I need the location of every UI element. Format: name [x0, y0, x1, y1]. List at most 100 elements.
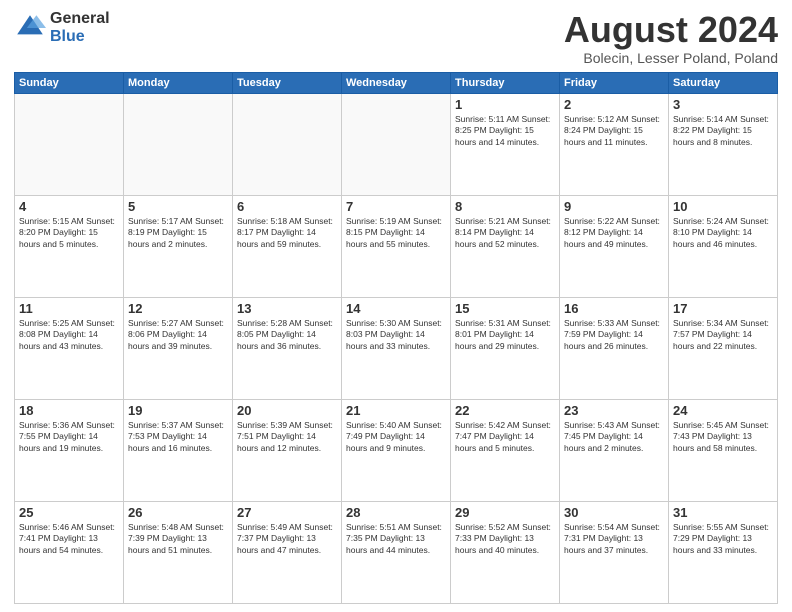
calendar-cell: 8 Sunrise: 5:21 AM Sunset: 8:14 PM Daylig… [451, 195, 560, 297]
day-number: 10 [673, 199, 773, 214]
calendar-cell: 3 Sunrise: 5:14 AM Sunset: 8:22 PM Daylig… [669, 93, 778, 195]
day-number: 31 [673, 505, 773, 520]
calendar-cell: 13 Sunrise: 5:28 AM Sunset: 8:05 PM Dayli… [233, 297, 342, 399]
day-info: Sunrise: 5:25 AM Sunset: 8:08 PM Dayligh… [19, 318, 119, 352]
day-info: Sunrise: 5:55 AM Sunset: 7:29 PM Dayligh… [673, 522, 773, 556]
calendar-cell: 4Sunrise: 5:15 AM Sunset: 8:20 PM Daylig… [15, 195, 124, 297]
day-number: 5 [128, 199, 228, 214]
title-month: August 2024 [564, 10, 778, 50]
calendar-cell [342, 93, 451, 195]
day-number: 24 [673, 403, 773, 418]
day-info: Sunrise: 5:54 AM Sunset: 7:31 PM Dayligh… [564, 522, 664, 556]
calendar-cell [15, 93, 124, 195]
day-number: 13 [237, 301, 337, 316]
day-info: Sunrise: 5:19 AM Sunset: 8:15 PM Dayligh… [346, 216, 446, 250]
title-block: August 2024 Bolecin, Lesser Poland, Pola… [564, 10, 778, 66]
day-number: 6 [237, 199, 337, 214]
calendar-week-3: 18 Sunrise: 5:36 AM Sunset: 7:55 PM Dayli… [15, 399, 778, 501]
day-number: 12 [128, 301, 228, 316]
logo-blue: Blue [50, 28, 110, 46]
day-number: 8 [455, 199, 555, 214]
day-info: Sunrise: 5:46 AM Sunset: 7:41 PM Dayligh… [19, 522, 119, 556]
calendar-week-4: 25 Sunrise: 5:46 AM Sunset: 7:41 PM Dayli… [15, 501, 778, 603]
day-number: 14 [346, 301, 446, 316]
calendar-cell: 19Sunrise: 5:37 AM Sunset: 7:53 PM Dayli… [124, 399, 233, 501]
calendar-cell [124, 93, 233, 195]
day-info: Sunrise: 5:28 AM Sunset: 8:05 PM Dayligh… [237, 318, 337, 352]
calendar-cell: 27 Sunrise: 5:49 AM Sunset: 7:37 PM Dayli… [233, 501, 342, 603]
day-number: 7 [346, 199, 446, 214]
calendar-cell: 18 Sunrise: 5:36 AM Sunset: 7:55 PM Dayli… [15, 399, 124, 501]
header-wednesday: Wednesday [342, 72, 451, 93]
day-info: Sunrise: 5:34 AM Sunset: 7:57 PM Dayligh… [673, 318, 773, 352]
calendar-cell: 9Sunrise: 5:22 AM Sunset: 8:12 PM Daylig… [560, 195, 669, 297]
calendar-cell: 23Sunrise: 5:43 AM Sunset: 7:45 PM Dayli… [560, 399, 669, 501]
header-monday: Monday [124, 72, 233, 93]
calendar-cell: 16 Sunrise: 5:33 AM Sunset: 7:59 PM Dayli… [560, 297, 669, 399]
calendar-cell: 12 Sunrise: 5:27 AM Sunset: 8:06 PM Dayli… [124, 297, 233, 399]
day-info: Sunrise: 5:30 AM Sunset: 8:03 PM Dayligh… [346, 318, 446, 352]
day-info: Sunrise: 5:33 AM Sunset: 7:59 PM Dayligh… [564, 318, 664, 352]
day-info: Sunrise: 5:40 AM Sunset: 7:49 PM Dayligh… [346, 420, 446, 454]
day-info: Sunrise: 5:36 AM Sunset: 7:55 PM Dayligh… [19, 420, 119, 454]
day-info: Sunrise: 5:11 AM Sunset: 8:25 PM Dayligh… [455, 114, 555, 148]
calendar-cell: 10 Sunrise: 5:24 AM Sunset: 8:10 PM Dayli… [669, 195, 778, 297]
calendar-cell: 21 Sunrise: 5:40 AM Sunset: 7:49 PM Dayli… [342, 399, 451, 501]
day-number: 22 [455, 403, 555, 418]
calendar-cell: 15Sunrise: 5:31 AM Sunset: 8:01 PM Dayli… [451, 297, 560, 399]
day-info: Sunrise: 5:18 AM Sunset: 8:17 PM Dayligh… [237, 216, 337, 250]
day-number: 27 [237, 505, 337, 520]
day-info: Sunrise: 5:49 AM Sunset: 7:37 PM Dayligh… [237, 522, 337, 556]
calendar-cell: 20 Sunrise: 5:39 AM Sunset: 7:51 PM Dayli… [233, 399, 342, 501]
day-number: 17 [673, 301, 773, 316]
calendar-cell: 5 Sunrise: 5:17 AM Sunset: 8:19 PM Daylig… [124, 195, 233, 297]
calendar-cell: 6 Sunrise: 5:18 AM Sunset: 8:17 PM Daylig… [233, 195, 342, 297]
day-number: 21 [346, 403, 446, 418]
day-number: 11 [19, 301, 119, 316]
calendar-cell: 24 Sunrise: 5:45 AM Sunset: 7:43 PM Dayli… [669, 399, 778, 501]
calendar-cell: 7 Sunrise: 5:19 AM Sunset: 8:15 PM Daylig… [342, 195, 451, 297]
calendar-cell: 28Sunrise: 5:51 AM Sunset: 7:35 PM Dayli… [342, 501, 451, 603]
calendar-cell: 25 Sunrise: 5:46 AM Sunset: 7:41 PM Dayli… [15, 501, 124, 603]
day-info: Sunrise: 5:27 AM Sunset: 8:06 PM Dayligh… [128, 318, 228, 352]
calendar-cell: 26 Sunrise: 5:48 AM Sunset: 7:39 PM Dayli… [124, 501, 233, 603]
calendar-cell: 14 Sunrise: 5:30 AM Sunset: 8:03 PM Dayli… [342, 297, 451, 399]
calendar-week-2: 11 Sunrise: 5:25 AM Sunset: 8:08 PM Dayli… [15, 297, 778, 399]
calendar-cell: 31 Sunrise: 5:55 AM Sunset: 7:29 PM Dayli… [669, 501, 778, 603]
header-thursday: Thursday [451, 72, 560, 93]
day-info: Sunrise: 5:17 AM Sunset: 8:19 PM Dayligh… [128, 216, 228, 250]
calendar-cell [233, 93, 342, 195]
day-info: Sunrise: 5:24 AM Sunset: 8:10 PM Dayligh… [673, 216, 773, 250]
day-info: Sunrise: 5:14 AM Sunset: 8:22 PM Dayligh… [673, 114, 773, 148]
page: General Blue August 2024 Bolecin, Lesser… [0, 0, 792, 612]
day-info: Sunrise: 5:45 AM Sunset: 7:43 PM Dayligh… [673, 420, 773, 454]
logo-text: General Blue [50, 10, 110, 45]
day-number: 18 [19, 403, 119, 418]
calendar-cell: 30 Sunrise: 5:54 AM Sunset: 7:31 PM Dayli… [560, 501, 669, 603]
header-sunday: Sunday [15, 72, 124, 93]
day-number: 16 [564, 301, 664, 316]
calendar-cell: 29Sunrise: 5:52 AM Sunset: 7:33 PM Dayli… [451, 501, 560, 603]
day-number: 29 [455, 505, 555, 520]
day-number: 20 [237, 403, 337, 418]
day-number: 3 [673, 97, 773, 112]
header-saturday: Saturday [669, 72, 778, 93]
day-info: Sunrise: 5:39 AM Sunset: 7:51 PM Dayligh… [237, 420, 337, 454]
logo: General Blue [14, 10, 110, 45]
title-location: Bolecin, Lesser Poland, Poland [564, 50, 778, 66]
day-info: Sunrise: 5:12 AM Sunset: 8:24 PM Dayligh… [564, 114, 664, 148]
calendar-table: Sunday Monday Tuesday Wednesday Thursday… [14, 72, 778, 604]
day-info: Sunrise: 5:21 AM Sunset: 8:14 PM Dayligh… [455, 216, 555, 250]
day-info: Sunrise: 5:51 AM Sunset: 7:35 PM Dayligh… [346, 522, 446, 556]
day-number: 26 [128, 505, 228, 520]
day-info: Sunrise: 5:48 AM Sunset: 7:39 PM Dayligh… [128, 522, 228, 556]
calendar-week-0: 1 Sunrise: 5:11 AM Sunset: 8:25 PM Daylig… [15, 93, 778, 195]
weekday-header-row: Sunday Monday Tuesday Wednesday Thursday… [15, 72, 778, 93]
day-number: 30 [564, 505, 664, 520]
day-number: 25 [19, 505, 119, 520]
day-info: Sunrise: 5:37 AM Sunset: 7:53 PM Dayligh… [128, 420, 228, 454]
day-info: Sunrise: 5:42 AM Sunset: 7:47 PM Dayligh… [455, 420, 555, 454]
day-info: Sunrise: 5:43 AM Sunset: 7:45 PM Dayligh… [564, 420, 664, 454]
day-number: 1 [455, 97, 555, 112]
day-number: 9 [564, 199, 664, 214]
